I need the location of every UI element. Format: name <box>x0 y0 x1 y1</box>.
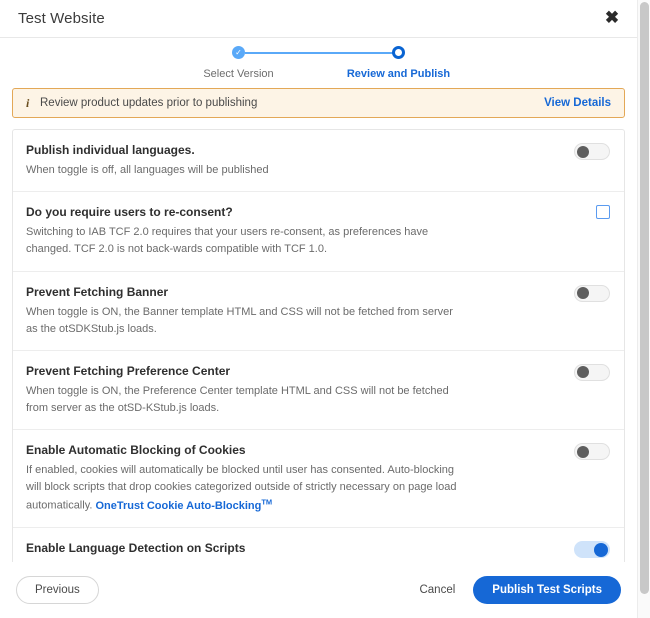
toggle-knob <box>577 287 589 300</box>
setting-title: Prevent Fetching Banner <box>26 284 169 299</box>
step-label-review-and-publish: Review and Publish <box>346 68 451 80</box>
close-icon[interactable]: ✖ <box>601 6 623 28</box>
toggle-publish-individual-languages[interactable] <box>574 143 610 160</box>
info-banner: i Review product updates prior to publis… <box>12 88 625 118</box>
step-review-and-publish[interactable]: Review and Publish <box>347 46 450 88</box>
setting-description: When toggle is off, all languages will b… <box>26 164 269 177</box>
step-current-icon <box>392 46 405 59</box>
step-check-icon: ✓ <box>232 46 245 59</box>
toggle-prevent-fetching-preference-center[interactable] <box>574 363 610 381</box>
publish-test-scripts-button[interactable]: Publish Test Scripts <box>473 576 621 604</box>
onetrust-auto-blocking-link-label: OneTrust Cookie Auto-Blocking <box>95 500 262 513</box>
toggle-prevent-fetching-banner[interactable] <box>574 284 610 302</box>
info-banner-text: Review product updates prior to publishi… <box>40 97 258 109</box>
step-select-version[interactable]: ✓ Select Version <box>193 46 285 88</box>
setting-title: Enable Automatic Blocking of Cookies <box>26 443 246 458</box>
page-scrollbar[interactable] <box>637 0 650 618</box>
setting-description: When toggle is ON, the Banner template H… <box>26 305 453 335</box>
toggle-automatic-blocking-of-cookies[interactable] <box>574 443 610 461</box>
toggle-knob <box>577 366 589 379</box>
setting-title: Prevent Fetching Preference Center <box>26 363 231 378</box>
publish-modal: Test Website ✖ ✓ Select Version Review a… <box>0 0 637 618</box>
step-label-select-version: Select Version <box>203 68 274 80</box>
checkbox-require-reconsent[interactable] <box>596 205 610 220</box>
setting-description: Switching to IAB TCF 2.0 requires that y… <box>26 226 429 256</box>
modal-footer: Previous Cancel Publish Test Scripts <box>0 562 637 618</box>
view-details-link[interactable]: View Details <box>544 97 611 109</box>
page-scrollbar-thumb[interactable] <box>640 2 649 594</box>
setting-title: Enable Language Detection on Scripts <box>26 541 246 556</box>
page-title: Test Website <box>18 10 105 27</box>
cancel-button[interactable]: Cancel <box>419 584 455 596</box>
setting-row-require-reconsent: Do you require users to re-consent? Swit… <box>13 192 624 272</box>
toggle-knob <box>594 542 608 557</box>
setting-title: Publish individual languages. <box>26 143 195 157</box>
modal-header: Test Website ✖ <box>0 0 637 38</box>
progress-stepper: ✓ Select Version Review and Publish <box>0 38 637 88</box>
setting-description: If enabled, cookies will automatically b… <box>26 462 460 515</box>
toggle-language-detection[interactable] <box>574 541 610 559</box>
setting-description: When toggle is ON, the Preference Center… <box>26 384 449 415</box>
settings-card: Publish individual languages. When toggl… <box>12 129 625 618</box>
setting-row-prevent-fetching-preference-center: Prevent Fetching Preference Center When … <box>13 351 624 431</box>
previous-button[interactable]: Previous <box>16 576 99 604</box>
trademark-superscript: TM <box>261 497 273 507</box>
setting-row-publish-individual-languages: Publish individual languages. When toggl… <box>13 130 624 193</box>
setting-title: Do you require users to re-consent? <box>26 205 233 220</box>
setting-row-prevent-fetching-banner: Prevent Fetching Banner When toggle is O… <box>13 272 624 351</box>
info-icon: i <box>26 95 30 110</box>
toggle-knob <box>577 145 589 158</box>
setting-row-automatic-blocking-of-cookies: Enable Automatic Blocking of Cookies If … <box>13 430 624 529</box>
onetrust-auto-blocking-link[interactable]: OneTrust Cookie Auto-BlockingTM <box>95 497 273 513</box>
page-root: Test Website ✖ ✓ Select Version Review a… <box>0 0 650 618</box>
toggle-knob <box>577 445 589 458</box>
